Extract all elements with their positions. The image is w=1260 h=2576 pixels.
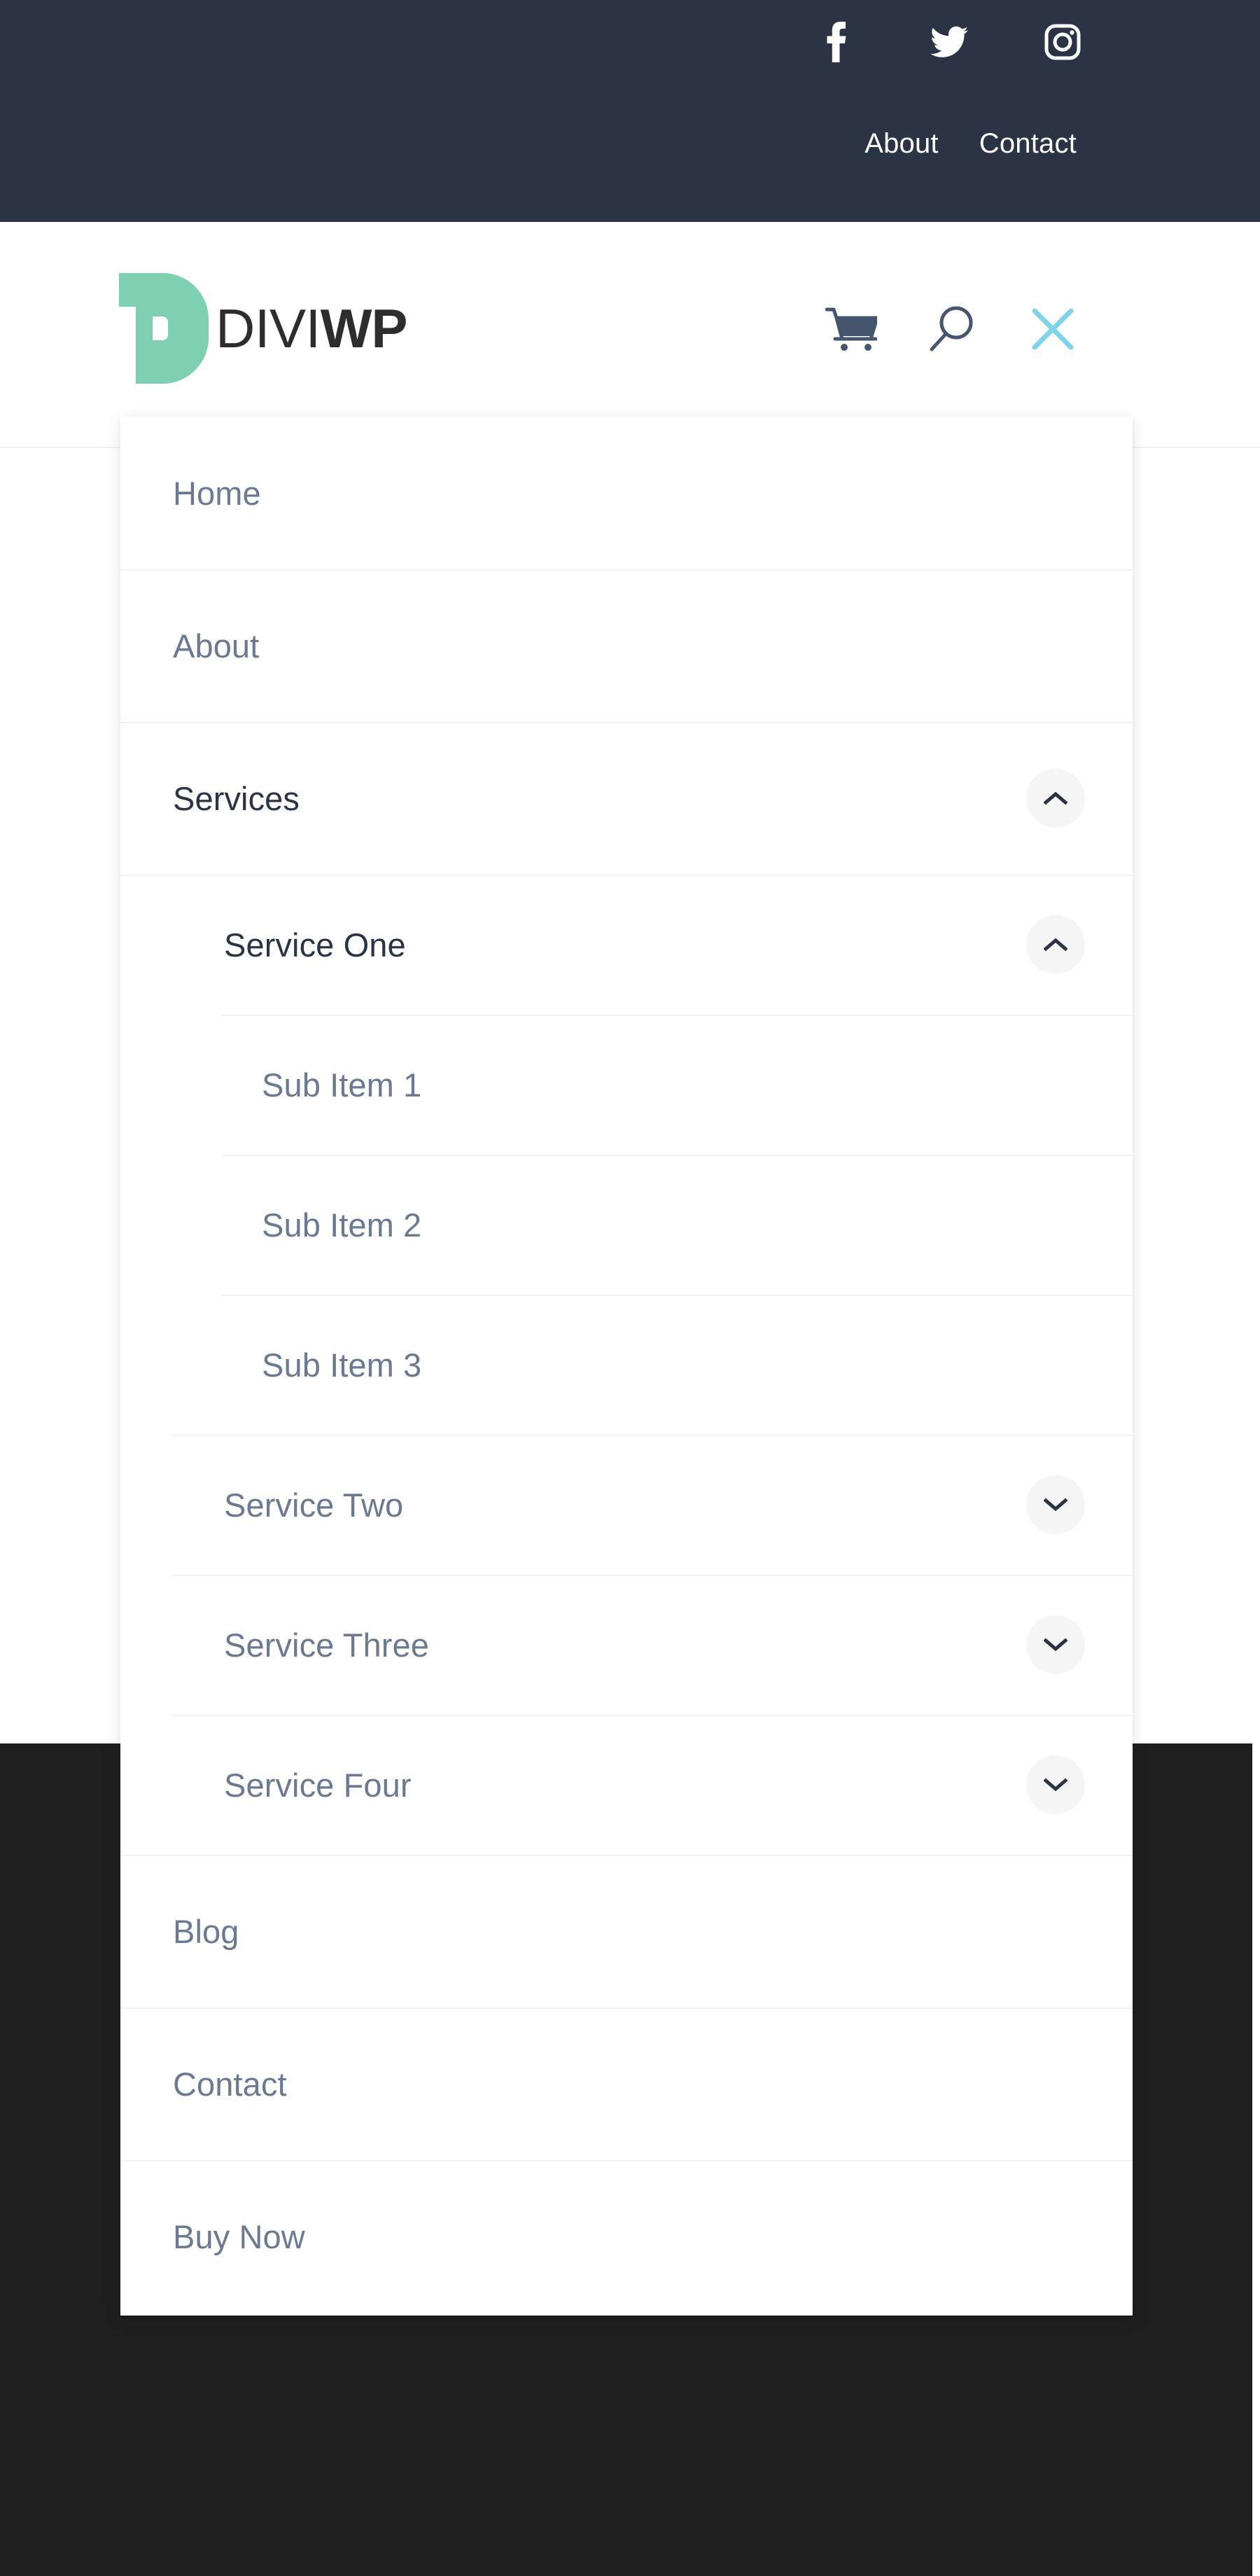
menu-item-service-three[interactable]: Service Three <box>120 1575 1133 1715</box>
twitter-icon[interactable] <box>930 21 968 63</box>
facebook-icon[interactable] <box>817 21 855 63</box>
chevron-down-icon[interactable] <box>1026 1475 1085 1534</box>
menu-item-buy-now[interactable]: Buy Now <box>120 2160 1133 2313</box>
menu-item-about[interactable]: About <box>120 569 1133 722</box>
chevron-up-icon[interactable] <box>1026 769 1085 828</box>
close-icon[interactable] <box>1026 302 1079 356</box>
top-nav-links: About Contact <box>864 130 1077 158</box>
chevron-down-icon[interactable] <box>1026 1615 1085 1674</box>
cart-icon[interactable] <box>825 302 878 356</box>
menu-item-label: Buy Now <box>173 2218 305 2255</box>
logo-text-divi: DIVI <box>216 298 321 359</box>
logo-text-wp: WP <box>320 298 408 359</box>
menu-item-label: Service Four <box>224 1766 412 1804</box>
header-icon-group <box>825 302 1079 356</box>
menu-item-label: Service Three <box>224 1626 430 1664</box>
menu-item-label: Service Two <box>224 1486 404 1524</box>
search-icon[interactable] <box>925 302 979 356</box>
diviwp-d-mark <box>119 273 209 384</box>
menu-item-sub-item-3[interactable]: Sub Item 3 <box>120 1295 1133 1435</box>
menu-item-contact[interactable]: Contact <box>120 2007 1133 2160</box>
menu-item-services[interactable]: Services <box>120 722 1133 875</box>
menu-item-sub-item-1[interactable]: Sub Item 1 <box>120 1015 1133 1155</box>
menu-item-label: About <box>173 627 260 664</box>
logo[interactable]: DIVIWP <box>119 272 407 384</box>
chevron-up-icon[interactable] <box>1026 915 1085 974</box>
menu-item-label: Home <box>173 474 261 512</box>
mobile-menu-dropdown: Home About Services Service One Sub Item 1 Su… <box>120 417 1133 2316</box>
menu-item-sub-item-2[interactable]: Sub Item 2 <box>120 1155 1133 1295</box>
top-utility-bar: About Contact <box>0 0 1260 222</box>
social-links <box>817 21 1082 63</box>
chevron-down-icon[interactable] <box>1026 1755 1085 1814</box>
page-root: About Contact DIVIWP Home About Services… <box>0 0 1260 2576</box>
menu-item-label: Sub Item 2 <box>262 1206 422 1244</box>
instagram-icon[interactable] <box>1044 21 1082 63</box>
site-header: DIVIWP <box>0 222 1260 448</box>
menu-item-label: Contact <box>173 2065 287 2103</box>
top-link-about[interactable]: About <box>864 130 939 158</box>
menu-item-home[interactable]: Home <box>120 417 1133 569</box>
menu-item-service-one[interactable]: Service One <box>120 875 1133 1015</box>
menu-item-blog[interactable]: Blog <box>120 1855 1133 2007</box>
menu-item-service-four[interactable]: Service Four <box>120 1715 1133 1855</box>
menu-item-label: Services <box>173 779 300 817</box>
menu-item-label: Sub Item 1 <box>262 1066 422 1103</box>
menu-item-label: Blog <box>173 1912 239 1950</box>
menu-item-label: Service One <box>224 926 406 963</box>
top-link-contact[interactable]: Contact <box>979 130 1077 158</box>
menu-item-service-two[interactable]: Service Two <box>120 1435 1133 1575</box>
logo-wordmark: DIVIWP <box>216 301 407 356</box>
menu-item-label: Sub Item 3 <box>262 1346 422 1384</box>
